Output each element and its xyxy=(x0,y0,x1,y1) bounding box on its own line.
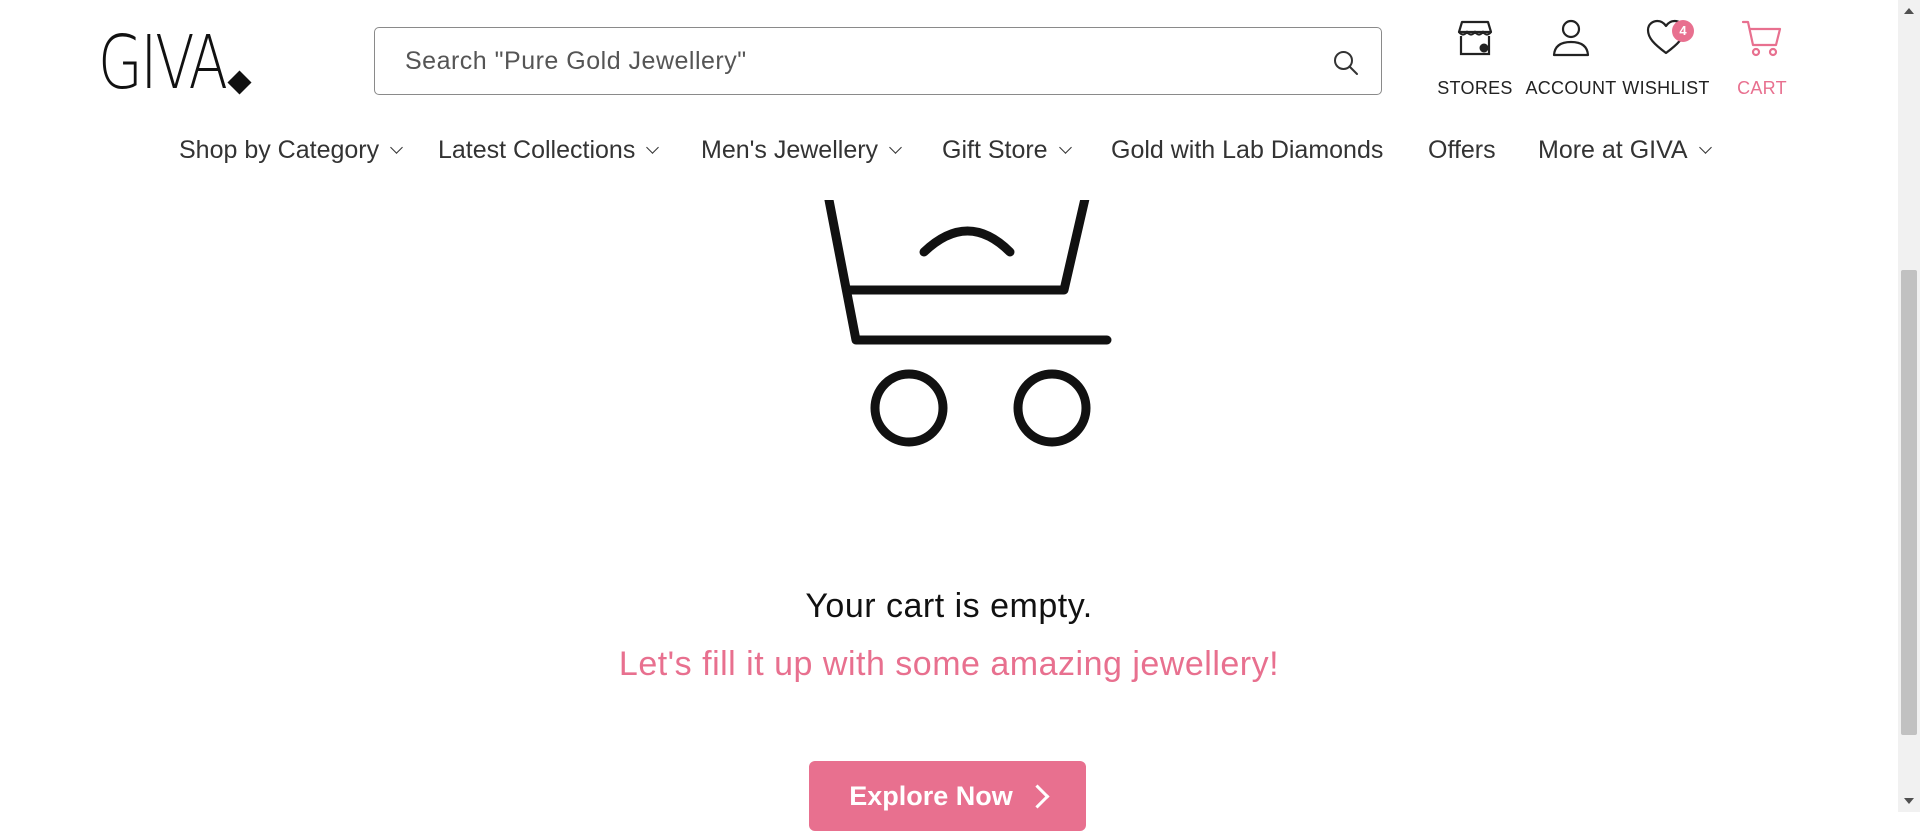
main-nav: Shop by Category Latest Collections Men'… xyxy=(0,136,1898,176)
nav-gold-lab-diamonds[interactable]: Gold with Lab Diamonds xyxy=(1111,136,1383,165)
nav-shop-by-category[interactable]: Shop by Category xyxy=(179,136,403,165)
store-icon xyxy=(1425,16,1525,60)
header-stores[interactable]: STORES xyxy=(1425,16,1525,102)
header-account[interactable]: ACCOUNT xyxy=(1521,16,1621,102)
search-bar xyxy=(374,27,1382,95)
header-account-label: ACCOUNT xyxy=(1525,78,1617,98)
empty-cart-illustration xyxy=(820,185,1120,460)
explore-now-button[interactable]: Explore Now xyxy=(809,761,1086,831)
nav-more-at-giva[interactable]: More at GIVA xyxy=(1538,136,1712,165)
nav-label: More at GIVA xyxy=(1538,136,1688,164)
empty-cart-title: Your cart is empty. xyxy=(805,587,1093,625)
header-stores-label: STORES xyxy=(1437,78,1513,98)
scroll-down-arrow-icon[interactable] xyxy=(1898,790,1920,812)
giva-logo[interactable]: GIVA xyxy=(98,26,262,100)
nav-label: Gift Store xyxy=(942,136,1048,164)
header-cart[interactable]: CART xyxy=(1712,16,1812,102)
nav-label: Gold with Lab Diamonds xyxy=(1111,136,1384,164)
chevron-down-icon xyxy=(1058,141,1072,154)
site-header: GIVA STORES ACCOU xyxy=(0,0,1898,200)
heart-icon xyxy=(1616,16,1716,60)
header-wishlist[interactable]: 4 WISHLIST xyxy=(1616,16,1716,102)
nav-label: Shop by Category xyxy=(179,136,380,164)
nav-label: Latest Collections xyxy=(438,136,636,164)
chevron-down-icon xyxy=(390,141,403,154)
logo-text: GIVA xyxy=(98,20,228,106)
nav-offers[interactable]: Offers xyxy=(1428,136,1496,165)
nav-mens-jewellery[interactable]: Men's Jewellery xyxy=(701,136,902,165)
user-icon xyxy=(1521,16,1621,60)
logo-diamond-icon xyxy=(227,70,252,95)
header-cart-label: CART xyxy=(1737,78,1787,98)
chevron-down-icon xyxy=(889,141,902,154)
chevron-down-icon xyxy=(646,141,660,154)
nav-gift-store[interactable]: Gift Store xyxy=(942,136,1072,165)
search-icon[interactable] xyxy=(1331,48,1361,78)
wishlist-count-badge: 4 xyxy=(1672,20,1694,42)
chevron-down-icon xyxy=(1698,141,1712,154)
nav-label: Men's Jewellery xyxy=(701,136,879,164)
nav-label: Offers xyxy=(1428,136,1496,164)
search-input[interactable] xyxy=(405,28,1285,94)
scrollbar-thumb[interactable] xyxy=(1901,270,1917,735)
page-scrollbar[interactable] xyxy=(1898,0,1920,812)
chevron-right-icon xyxy=(1025,783,1050,809)
empty-cart-subtitle: Let's fill it up with some amazing jewel… xyxy=(618,645,1280,683)
cart-icon xyxy=(1712,16,1812,60)
nav-latest-collections[interactable]: Latest Collections xyxy=(438,136,660,165)
explore-now-label: Explore Now xyxy=(849,780,1013,811)
scroll-up-arrow-icon[interactable] xyxy=(1898,0,1920,22)
header-wishlist-label: WISHLIST xyxy=(1622,78,1710,98)
